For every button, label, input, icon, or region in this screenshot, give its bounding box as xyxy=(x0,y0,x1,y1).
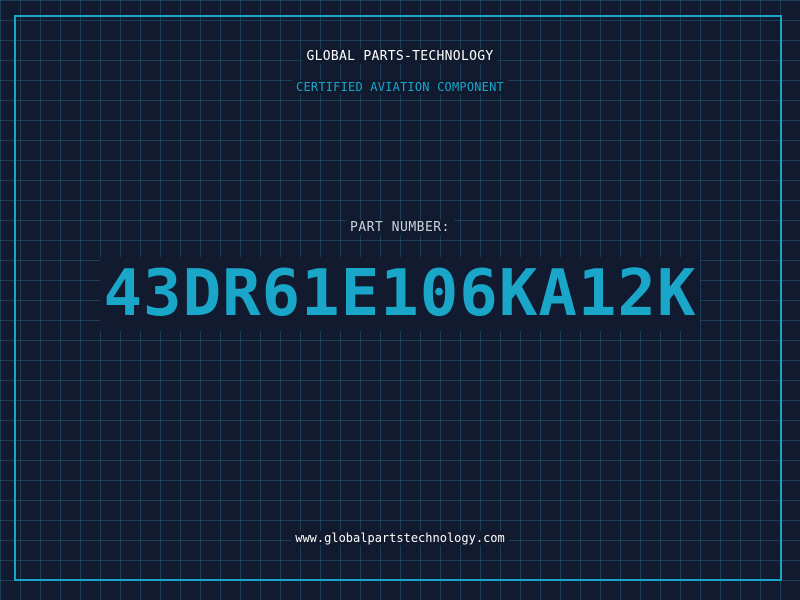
website-url: www.globalpartstechnology.com xyxy=(0,531,800,545)
company-name-text: GLOBAL PARTS-TECHNOLOGY xyxy=(302,49,498,64)
certification-subtitle-text: CERTIFIED AVIATION COMPONENT xyxy=(292,80,508,94)
company-name: GLOBAL PARTS-TECHNOLOGY xyxy=(0,49,800,64)
part-number-label: PART NUMBER: xyxy=(0,220,800,235)
part-number-value: 43DR61E106KA12K xyxy=(0,257,800,331)
certification-subtitle: CERTIFIED AVIATION COMPONENT xyxy=(0,80,800,94)
website-url-text: www.globalpartstechnology.com xyxy=(291,531,509,545)
part-number-value-text: 43DR61E106KA12K xyxy=(99,257,701,331)
part-number-label-text: PART NUMBER: xyxy=(346,220,454,235)
